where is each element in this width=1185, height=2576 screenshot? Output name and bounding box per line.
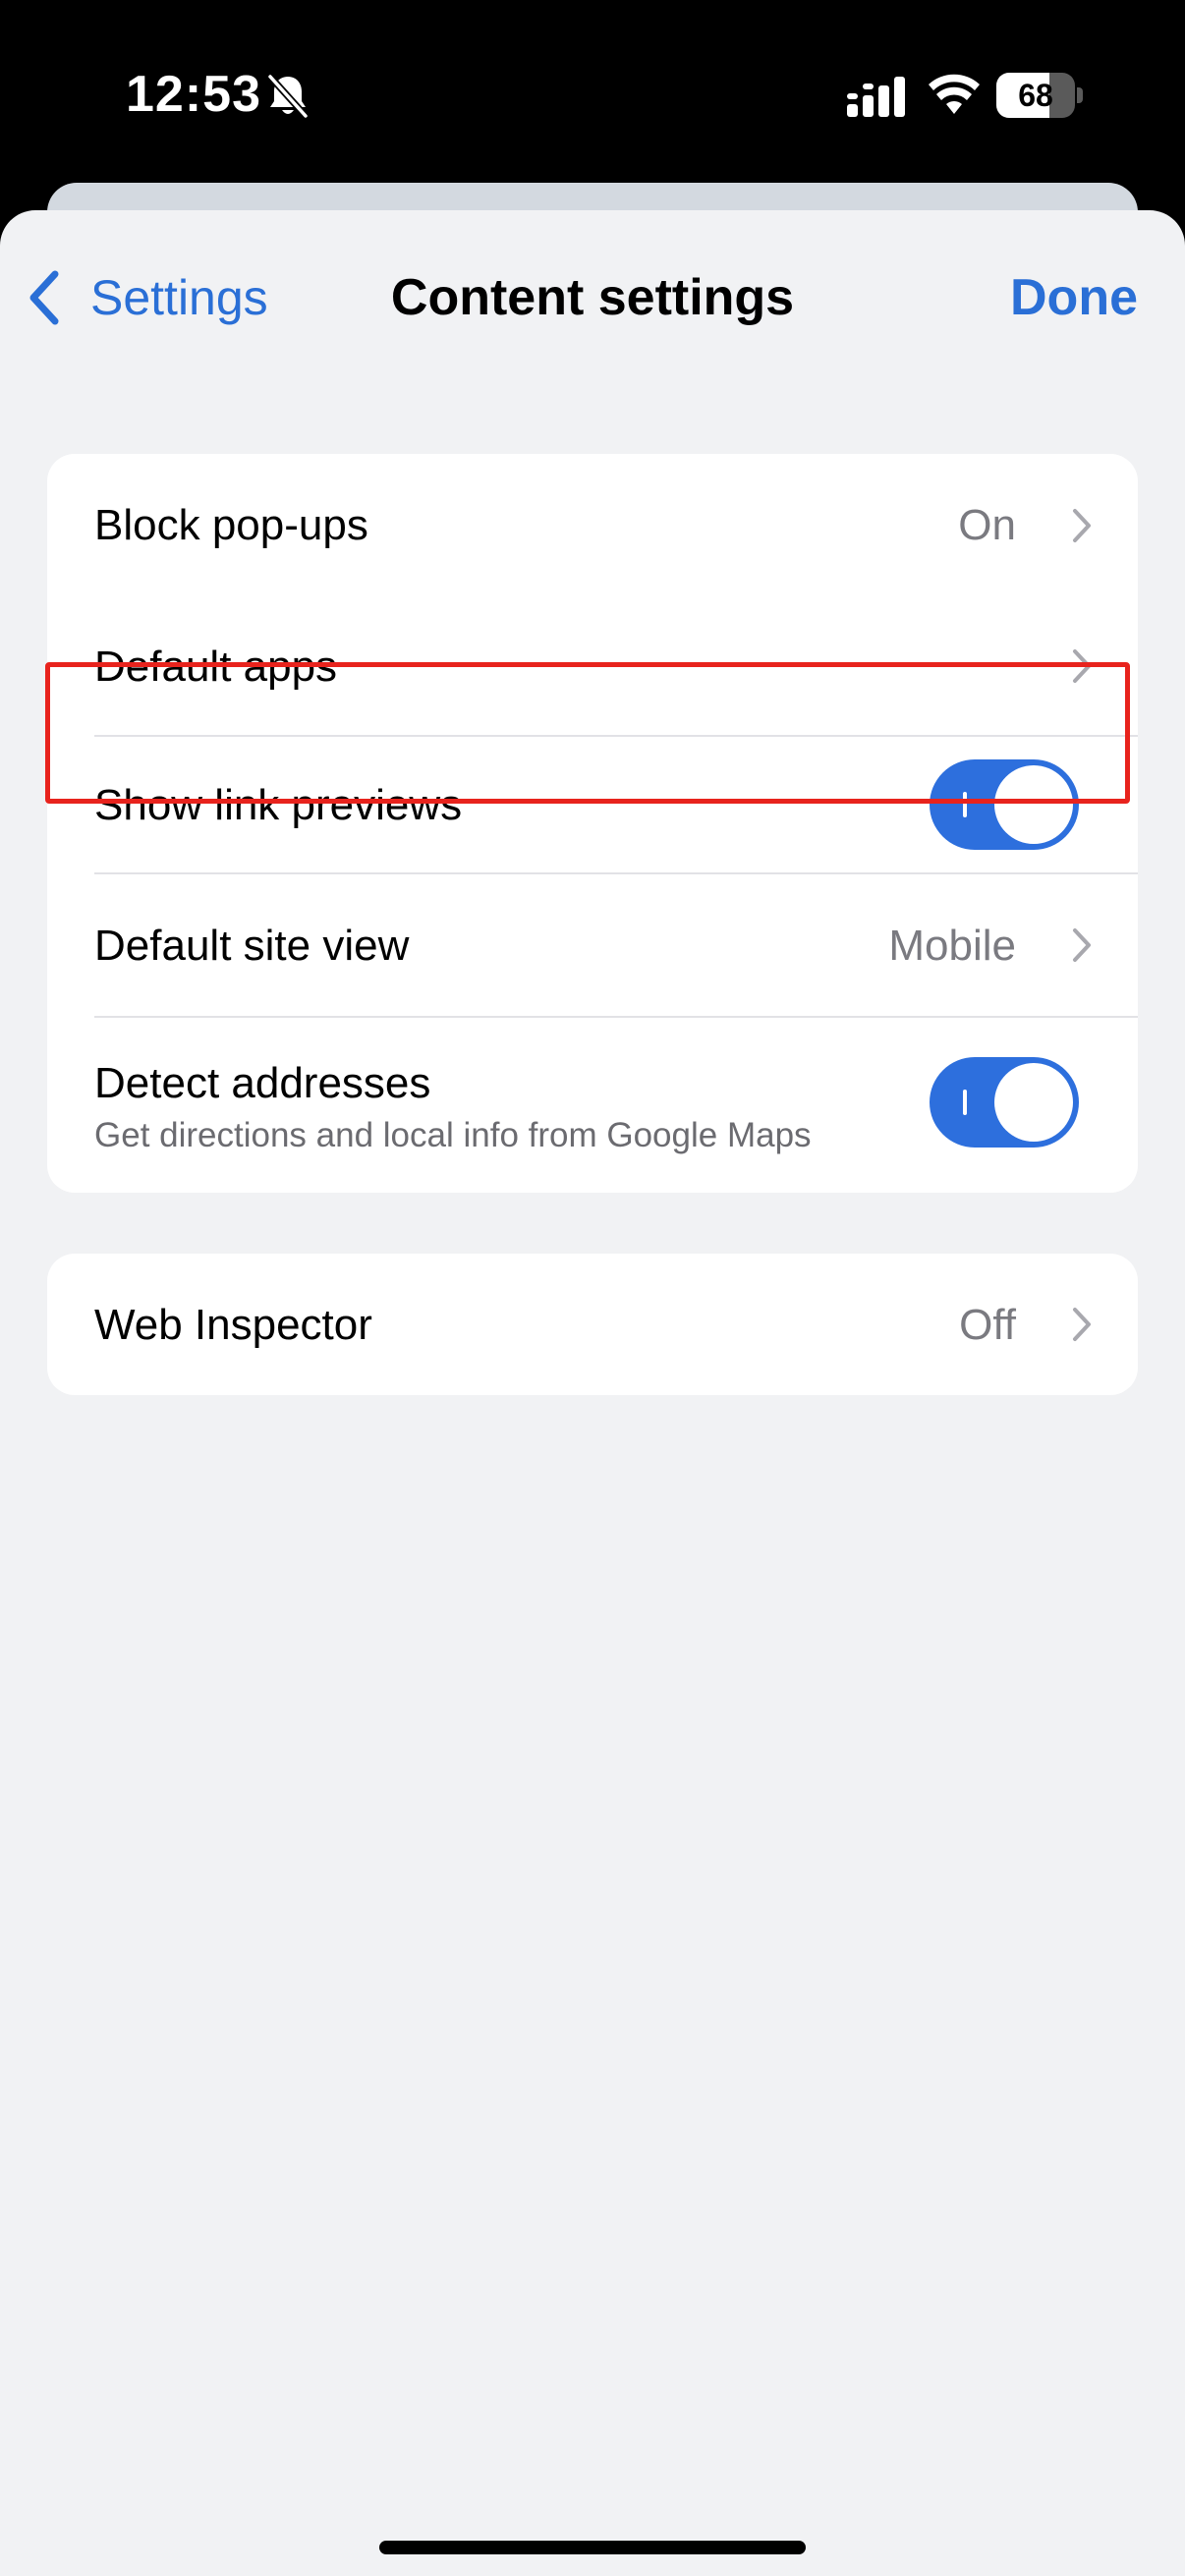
status-bar: 12:53 68 (0, 0, 1185, 187)
settings-group-main: Block pop-ups On Default apps Show link … (47, 454, 1138, 1193)
chevron-right-icon (1073, 928, 1091, 962)
row-label: Show link previews (94, 781, 463, 829)
row-label: Block pop-ups (94, 501, 368, 549)
battery-icon: 68 (996, 73, 1083, 118)
row-value: On (958, 501, 1016, 549)
battery-level: 68 (1018, 78, 1053, 113)
row-value: Mobile (888, 922, 1016, 970)
chevron-right-icon (1073, 509, 1091, 542)
row-label: Default site view (94, 922, 410, 970)
content-settings-sheet: Settings Content settings Done Block pop… (0, 210, 1185, 2576)
bell-slash-icon (267, 74, 309, 119)
row-label: Detect addresses (94, 1059, 431, 1107)
page-title: Content settings (390, 269, 795, 326)
row-web-inspector[interactable]: Web Inspector Off (47, 1254, 1138, 1395)
done-button[interactable]: Done (1010, 263, 1138, 332)
settings-group-developer: Web Inspector Off (47, 1254, 1138, 1395)
row-sublabel: Get directions and local info from Googl… (94, 1116, 812, 1154)
row-label: Default apps (94, 643, 338, 691)
status-time: 12:53 (126, 66, 261, 123)
navigation-bar: Settings Content settings Done (0, 210, 1185, 383)
row-block-popups[interactable]: Block pop-ups On (47, 454, 1138, 597)
row-detect-addresses: Detect addresses Get directions and loca… (47, 1018, 1138, 1193)
chevron-right-icon (1073, 1308, 1091, 1341)
chevron-right-icon (1073, 649, 1091, 683)
row-value: Off (959, 1301, 1016, 1349)
row-default-apps[interactable]: Default apps (47, 597, 1138, 735)
row-show-link-previews: Show link previews (47, 737, 1138, 872)
wifi-icon (929, 74, 980, 114)
home-indicator[interactable] (379, 2541, 806, 2554)
row-label: Web Inspector (94, 1301, 372, 1349)
row-default-site-view[interactable]: Default site view Mobile (47, 874, 1138, 1016)
detect-addresses-toggle[interactable] (930, 1057, 1079, 1148)
link-previews-toggle[interactable] (930, 759, 1079, 850)
signal-icon (847, 77, 905, 117)
